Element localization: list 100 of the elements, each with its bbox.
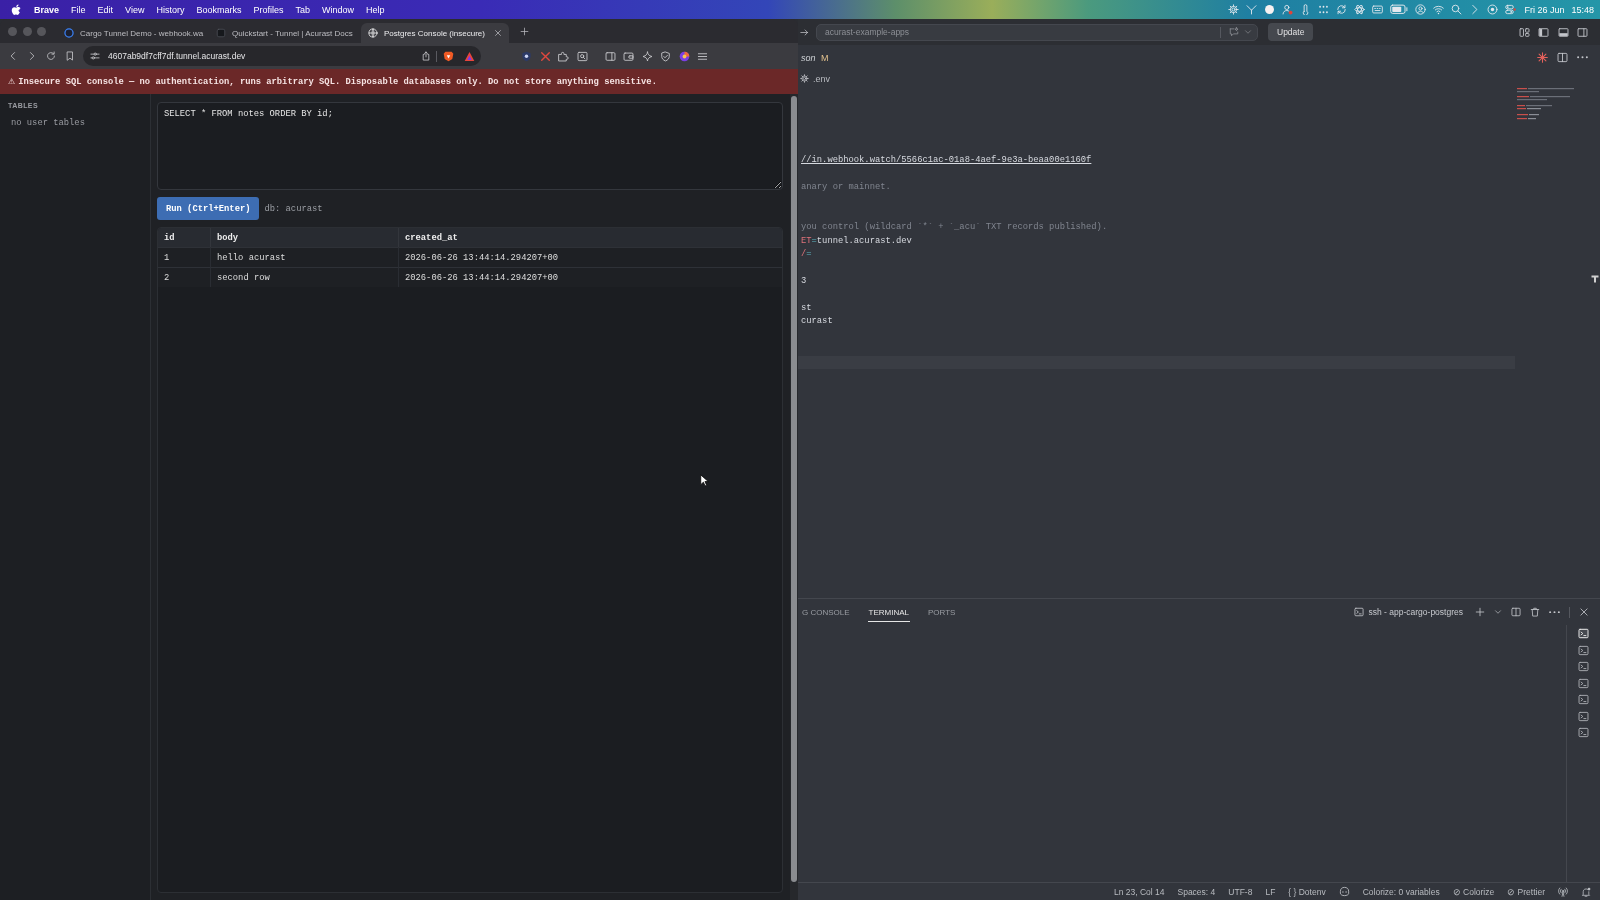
target-icon[interactable] <box>1487 4 1499 15</box>
warning-icon: ⚠ <box>8 77 16 86</box>
browser-tab[interactable]: Postgres Console (insecure) <box>361 23 509 43</box>
wallet-icon[interactable] <box>623 50 634 62</box>
gear-icon[interactable] <box>1228 4 1240 15</box>
split-editor-icon[interactable] <box>1557 52 1568 63</box>
search-icon[interactable] <box>1451 4 1463 15</box>
database-label: db: acurast <box>264 203 323 214</box>
menu-item[interactable]: Window <box>322 4 354 15</box>
share-icon[interactable] <box>421 51 431 61</box>
status-item[interactable]: ⊘ Prettier <box>1507 886 1545 897</box>
sidebar-icon[interactable] <box>604 50 616 62</box>
status-item[interactable]: LF <box>1265 886 1276 897</box>
status-item[interactable]: { } Dotenv <box>1288 886 1326 897</box>
query-field[interactable]: SELECT * FROM notes ORDER BY id; <box>157 102 783 190</box>
close-icon[interactable] <box>1579 607 1589 617</box>
browser-tab[interactable]: Cargo Tunnel Demo - webhook.wa <box>57 23 205 43</box>
terminal-icon[interactable] <box>1578 727 1589 738</box>
sidebar-right-icon[interactable] <box>1577 26 1588 38</box>
plus-icon[interactable] <box>520 27 529 36</box>
warning-text: Insecure SQL console — no authentication, runs arbitrary SQL. Disposable databases only. Do not store anything sensitive. <box>18 76 657 87</box>
user-alert-icon[interactable] <box>1282 4 1294 15</box>
menu-item[interactable]: Help <box>366 4 385 15</box>
editor-tab[interactable]: son M <box>801 52 829 63</box>
scrollbar[interactable] <box>790 94 798 900</box>
shield-icon[interactable] <box>443 50 454 62</box>
plus-icon[interactable] <box>1475 607 1485 617</box>
menu-item[interactable]: File <box>71 4 86 15</box>
starburst-icon[interactable] <box>1537 52 1548 63</box>
app-menu[interactable]: Brave <box>34 4 60 15</box>
run-button[interactable]: Run (Ctrl+Enter) <box>157 197 260 220</box>
menu-item[interactable]: Bookmarks <box>196 4 242 15</box>
split-icon[interactable] <box>1511 607 1521 617</box>
sync-icon[interactable] <box>1336 4 1348 15</box>
chat-sparkle-icon[interactable] <box>1229 27 1239 37</box>
bookmark-icon[interactable] <box>65 51 75 61</box>
menu-item[interactable]: History <box>156 4 185 15</box>
more-icon[interactable] <box>1549 610 1560 614</box>
table-cell: hello acurast <box>210 247 398 267</box>
terminal-icon[interactable] <box>1578 710 1589 722</box>
table-cell: 2026-06-26 13:44:14.294207+00 <box>398 247 782 267</box>
menu-item[interactable]: View <box>125 4 145 15</box>
fork-icon[interactable] <box>1246 4 1258 15</box>
clock-text[interactable]: 15:48 <box>1571 4 1594 15</box>
panel-bottom-icon[interactable] <box>1557 26 1569 38</box>
screen-search-icon[interactable] <box>576 50 588 62</box>
battery-icon[interactable] <box>1390 4 1409 15</box>
wifi-icon[interactable] <box>1433 4 1445 15</box>
panel-tab[interactable]: TERMINAL <box>867 602 911 622</box>
atom-icon[interactable] <box>1354 4 1366 15</box>
panel-tab[interactable]: G CONSOLE <box>801 602 851 622</box>
browser-tab[interactable]: Quickstart - Tunnel | Acurast Docs <box>209 23 357 43</box>
bell-icon[interactable] <box>1581 886 1591 897</box>
toggles-icon[interactable] <box>1505 4 1517 15</box>
status-item[interactable]: Spaces: 4 <box>1177 886 1216 897</box>
sparkle-icon[interactable] <box>641 50 653 62</box>
back-icon[interactable] <box>8 51 18 61</box>
chevron-down-icon[interactable] <box>1494 608 1502 616</box>
link[interactable]: //in.webhook.watch/5566c1ac-01a8-4aef-9e3a-beaa00e1160f <box>801 155 1092 165</box>
address-bar[interactable]: 4607ab9df7cff7df.tunnel.acurast.dev <box>83 46 481 66</box>
reload-icon[interactable] <box>46 51 56 61</box>
terminal-icon[interactable] <box>1578 677 1589 689</box>
trash-icon[interactable] <box>1530 607 1540 617</box>
date-text[interactable]: Fri 26 Jun <box>1524 4 1565 15</box>
menu-icon[interactable] <box>697 50 708 62</box>
menu-item[interactable]: Profiles <box>253 4 284 15</box>
status-item[interactable]: UTF-8 <box>1228 886 1253 897</box>
user-circle-icon[interactable] <box>1415 4 1427 15</box>
status-item[interactable]: Ln 23, Col 14 <box>1113 886 1165 897</box>
panel-tab[interactable]: PORTS <box>927 602 957 622</box>
breadcrumb-item[interactable]: .env <box>813 73 830 84</box>
filled-circle-icon[interactable] <box>1264 4 1276 15</box>
menu-item[interactable]: Edit <box>97 4 114 15</box>
layout-icon[interactable] <box>1518 26 1530 38</box>
triangle-icon[interactable] <box>464 50 475 62</box>
arrow-right-icon[interactable] <box>800 27 809 37</box>
puzzle-icon[interactable] <box>558 50 569 62</box>
close-icon[interactable] <box>494 29 502 37</box>
sliders-icon[interactable] <box>90 51 100 61</box>
robot-face-icon[interactable] <box>1338 886 1350 897</box>
update-button[interactable]: Update <box>1268 23 1314 41</box>
menu-item[interactable]: Tab <box>295 4 310 15</box>
more-icon[interactable] <box>1577 56 1588 59</box>
command-center[interactable]: acurast-example-apps <box>816 23 1258 41</box>
sidebar-left-icon[interactable] <box>1538 26 1549 38</box>
terminal-icon[interactable] <box>1578 694 1589 705</box>
cross-icon[interactable] <box>539 50 551 62</box>
profile-avatar-icon[interactable] <box>678 50 690 62</box>
shield-check-icon[interactable] <box>660 50 671 62</box>
status-item[interactable]: Colorize: 0 variables <box>1362 886 1440 897</box>
status-item[interactable]: ⊘ Colorize <box>1452 886 1495 897</box>
forward-icon[interactable] <box>27 51 37 61</box>
terminal-icon[interactable] <box>1578 661 1589 672</box>
terminal-name[interactable]: ssh - app-cargo-postgres <box>1368 607 1463 617</box>
apple-logo-icon[interactable] <box>11 3 21 16</box>
column-header: id <box>158 228 210 247</box>
keyboard-icon[interactable] <box>1372 4 1384 15</box>
dots-icon[interactable] <box>1318 4 1330 15</box>
broadcast-icon[interactable] <box>1558 886 1568 897</box>
terminal-icon[interactable] <box>1578 644 1589 656</box>
